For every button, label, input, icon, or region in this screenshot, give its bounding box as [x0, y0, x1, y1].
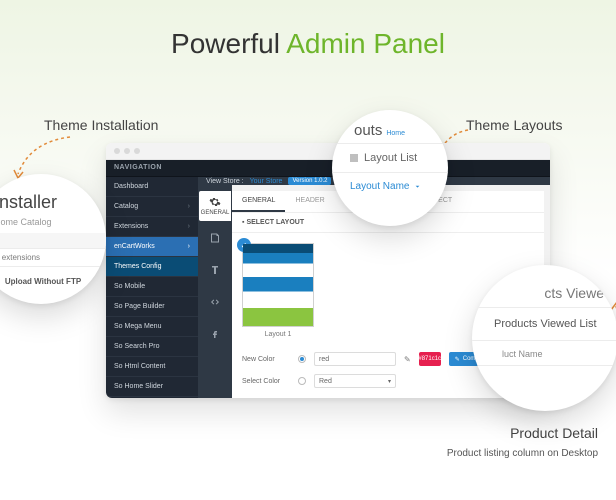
facebook-icon — [209, 328, 221, 340]
vtab-font[interactable] — [199, 255, 231, 285]
magnifier-layouts: outsHome Layout List Layout Name — [332, 110, 448, 226]
sidebar-item-so-html-content[interactable]: So Html Content — [106, 357, 198, 377]
label-theme-installation: Theme Installation — [44, 117, 158, 133]
mag-installer-msg: Upload Without FTP — [0, 267, 106, 298]
version-badge: Version 1.0.2 — [288, 177, 331, 185]
check-icon: ✓ — [237, 238, 251, 252]
vtab-page[interactable] — [199, 223, 231, 253]
sidebar-item-encartworks[interactable]: enCartWorks› — [106, 237, 198, 257]
label-new-color: New Color — [242, 356, 290, 363]
sidebar-item-dashboard[interactable]: Dashboard — [106, 177, 198, 197]
layout-caption: Layout 1 — [242, 331, 314, 338]
radio-new-color[interactable] — [298, 355, 306, 363]
layout-card[interactable]: ✓ Layout 1 — [242, 243, 314, 338]
label-select-color: Select Color — [242, 378, 290, 385]
nav-header: NAVIGATION — [106, 160, 550, 177]
mag-installer-sub: Home Catalog — [0, 215, 106, 233]
input-new-color[interactable]: red — [314, 352, 396, 366]
mag-installer-title: Installer — [0, 192, 106, 215]
magnifier-installer: Installer Home Catalog our extensions Up… — [0, 174, 106, 304]
title-accent: Admin Panel — [286, 28, 445, 59]
square-icon — [350, 154, 358, 162]
mag-layouts-list: Layout List — [332, 144, 448, 172]
pencil-icon: ✎ — [455, 356, 460, 363]
layout-thumb: ✓ — [242, 243, 314, 327]
traffic-light-dot — [134, 148, 140, 154]
mag-layouts-title: outsHome — [332, 122, 448, 139]
sidebar-item-so-search-pro[interactable]: So Search Pro — [106, 337, 198, 357]
htab-general[interactable]: GENERAL — [232, 191, 285, 212]
title-pre: Powerful — [171, 28, 286, 59]
label-product-detail-sub: Product listing column on Desktop — [418, 448, 598, 459]
chevron-right-icon: › — [188, 223, 190, 230]
pencil-icon[interactable]: ✎ — [404, 355, 411, 364]
radio-select-color[interactable] — [298, 377, 306, 385]
mag-products-list: Products Viewed List — [472, 308, 616, 340]
page-icon — [209, 232, 221, 244]
window-titlebar — [106, 143, 550, 160]
sidebar-item-so-mobile[interactable]: So Mobile — [106, 277, 198, 297]
mag-products-title: cts Viewe — [472, 285, 616, 301]
chevron-right-icon: › — [188, 243, 190, 250]
vertical-tabs: GENERAL — [198, 185, 232, 398]
htab-header[interactable]: HEADER — [285, 191, 334, 212]
label-theme-layouts: Theme Layouts — [466, 117, 563, 133]
chevron-down-icon — [413, 182, 422, 191]
gear-icon — [209, 196, 221, 208]
vtab-social[interactable] — [199, 319, 231, 349]
mag-products-row: luct Name — [472, 341, 616, 359]
sidebar-item-catalog[interactable]: Catalog› — [106, 197, 198, 217]
mag-installer-row: our extensions — [0, 249, 106, 267]
topbar-view-store: View Store : — [206, 178, 244, 185]
sidebar-item-so-mega-menu[interactable]: So Mega Menu — [106, 317, 198, 337]
vtab-code[interactable] — [199, 287, 231, 317]
sidebar-item-so-newsletter[interactable]: So Newsletter — [106, 397, 198, 398]
traffic-light-dot — [124, 148, 130, 154]
sidebar-item-themes-config[interactable]: Themes Config — [106, 257, 198, 277]
mag-layouts-dropdown[interactable]: Layout Name — [332, 173, 448, 192]
chevron-down-icon: ▾ — [388, 378, 391, 385]
page-title: Powerful Admin Panel — [0, 0, 616, 60]
sidebar-item-extensions[interactable]: Extensions› — [106, 217, 198, 237]
font-icon — [209, 264, 221, 276]
color-swatch[interactable]: #871c1c — [419, 352, 441, 366]
topbar-store-name[interactable]: Your Store — [250, 178, 283, 185]
vtab-general[interactable]: GENERAL — [199, 191, 231, 221]
traffic-light-dot — [114, 148, 120, 154]
magnifier-products: cts Viewe Products Viewed List luct Name — [472, 265, 616, 411]
code-icon — [209, 296, 221, 308]
sidebar-item-so-home-slider[interactable]: So Home Slider — [106, 377, 198, 397]
chevron-right-icon: › — [188, 203, 190, 210]
sidebar-item-so-page-builder[interactable]: So Page Builder — [106, 297, 198, 317]
sidebar: Dashboard Catalog› Extensions› enCartWor… — [106, 177, 198, 398]
select-color[interactable]: Red ▾ — [314, 374, 396, 388]
label-product-detail: Product Detail — [458, 425, 598, 441]
